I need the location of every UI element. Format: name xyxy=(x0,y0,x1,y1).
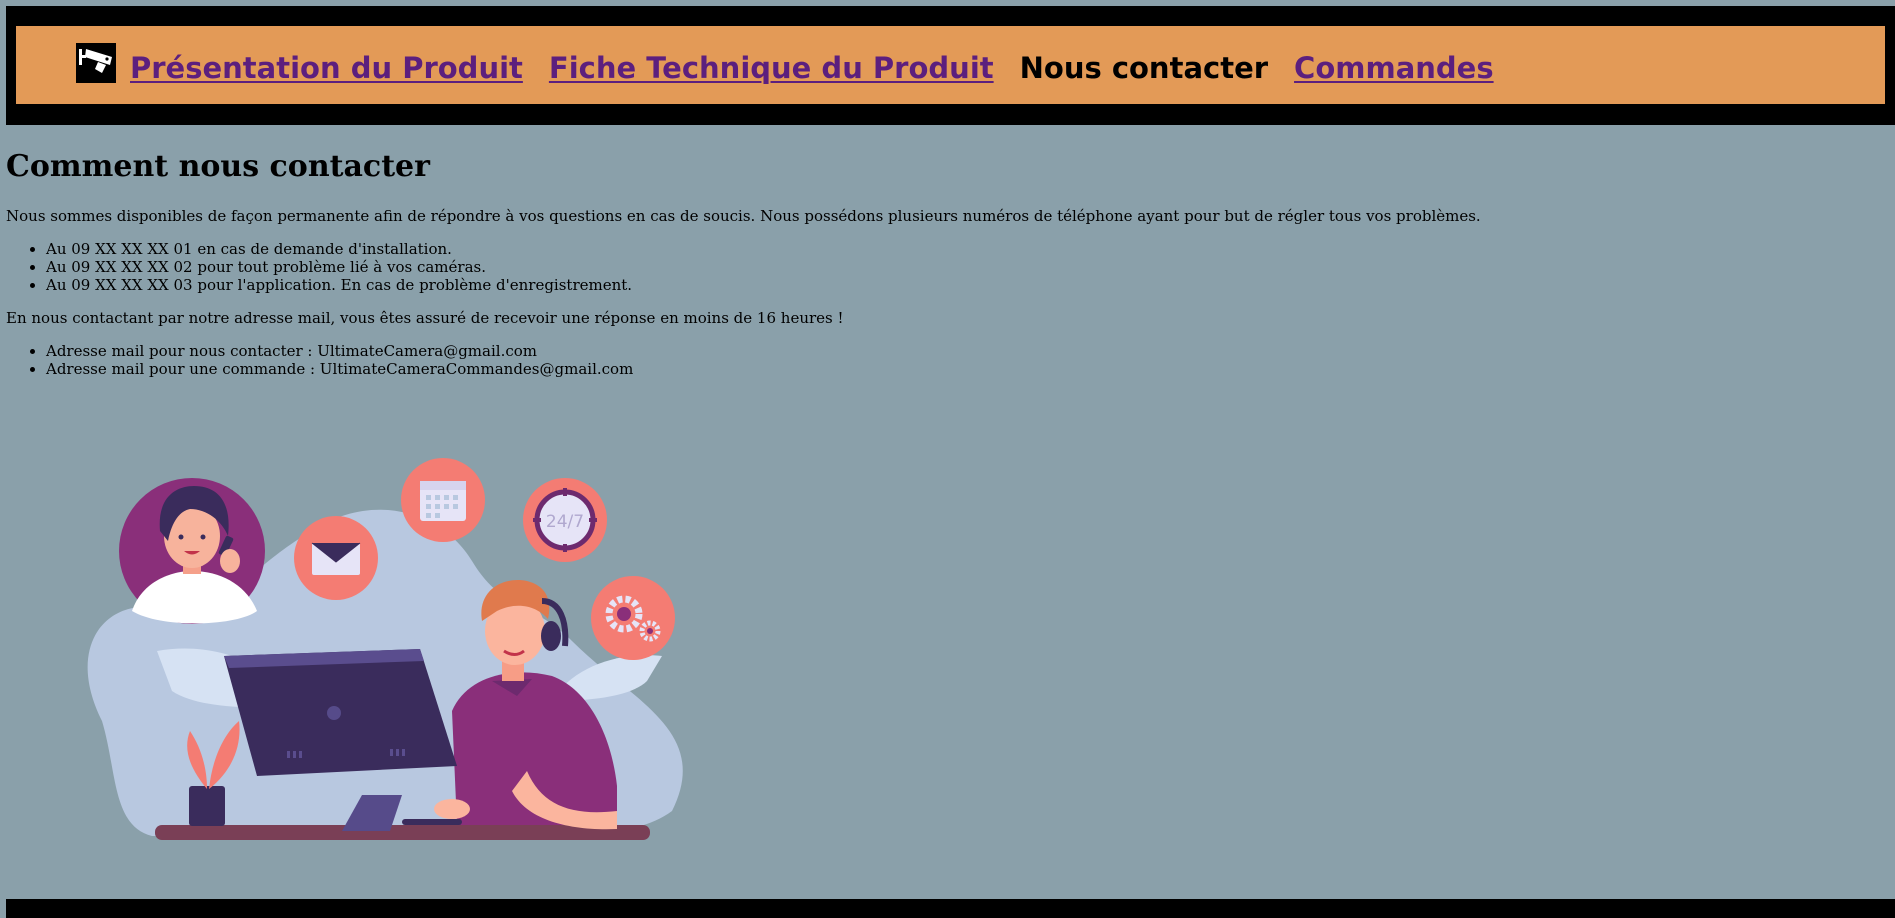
email-list: Adresse mail pour nous contacter : Ultim… xyxy=(6,342,1895,378)
nav-link-fiche-technique[interactable]: Fiche Technique du Produit xyxy=(549,51,994,85)
nav-bar: Présentation du Produit Fiche Technique … xyxy=(16,26,1885,104)
phone-list: Au 09 XX XX XX 01 en cas de demande d'in… xyxy=(6,240,1895,294)
phone-item: Au 09 XX XX XX 03 pour l'application. En… xyxy=(46,276,1895,294)
nav-current-contact: Nous contacter xyxy=(1019,51,1269,85)
woman-on-phone-icon xyxy=(119,478,265,624)
main-content: Comment nous contacter Nous sommes dispo… xyxy=(6,149,1895,393)
nav-link-presentation[interactable]: Présentation du Produit xyxy=(130,51,523,85)
email-item: Adresse mail pour une commande : Ultimat… xyxy=(46,360,1895,378)
footer-bar xyxy=(6,899,1895,918)
desk xyxy=(155,825,650,840)
phone-item: Au 09 XX XX XX 02 pour tout problème lié… xyxy=(46,258,1895,276)
page-frame: Présentation du Produit Fiche Technique … xyxy=(6,6,1895,918)
mail-icon xyxy=(294,516,378,600)
clock-24-7-label: 24/7 xyxy=(546,512,584,532)
email-item: Adresse mail pour nous contacter : Ultim… xyxy=(46,342,1895,360)
mail-intro-text: En nous contactant par notre adresse mai… xyxy=(6,309,844,327)
security-camera-icon[interactable] xyxy=(76,43,116,83)
gears-icon xyxy=(591,576,675,660)
calendar-icon xyxy=(401,458,485,542)
intro-text: Nous sommes disponibles de façon permane… xyxy=(6,207,1481,225)
header: Présentation du Produit Fiche Technique … xyxy=(6,6,1895,125)
phone-item: Au 09 XX XX XX 01 en cas de demande d'in… xyxy=(46,240,1895,258)
nav-link-commandes[interactable]: Commandes xyxy=(1294,51,1494,85)
page-title: Comment nous contacter xyxy=(6,149,430,184)
customer-support-illustration: 24/7 xyxy=(72,451,702,846)
clock-24-7-icon: 24/7 xyxy=(523,478,607,562)
main-nav: Présentation du Produit Fiche Technique … xyxy=(130,48,1494,88)
